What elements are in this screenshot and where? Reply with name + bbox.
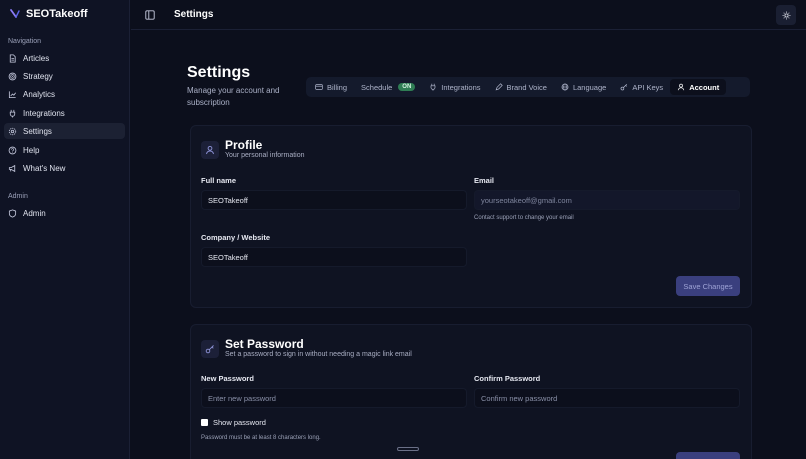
sidebar-item-articles[interactable]: Articles (4, 50, 125, 66)
password-card-icon (201, 340, 219, 358)
save-changes-button[interactable]: Save Changes (676, 276, 740, 296)
help-circle-icon (8, 146, 17, 154)
new-password-label: New Password (201, 374, 254, 383)
sidebar-item-analytics[interactable]: Analytics (4, 86, 125, 102)
sidebar: SEOTakeoff Navigation Articles Strategy … (0, 0, 130, 459)
key-icon (620, 83, 628, 91)
sidebar-item-label: Integrations (23, 108, 65, 118)
gear-icon (8, 127, 17, 135)
tab-label: Account (689, 82, 720, 92)
sidebar-item-admin[interactable]: Admin (4, 205, 125, 221)
sidebar-item-label: Settings (23, 126, 52, 136)
tab-label: Language (572, 82, 607, 92)
confirm-password-field[interactable] (474, 388, 740, 408)
tab-language[interactable]: Language (554, 79, 613, 95)
set-password-subtitle: Set a password to sign in without needin… (225, 351, 412, 358)
tab-schedule[interactable]: Schedule ON (354, 79, 422, 95)
brand-name: SEOTakeoff (26, 8, 88, 20)
tab-label: API Keys (632, 82, 664, 92)
plug-icon (430, 83, 436, 91)
profile-title: Profile (225, 138, 263, 152)
email-field[interactable] (474, 190, 740, 210)
company-website-field[interactable] (201, 247, 467, 267)
full-name-field[interactable] (201, 190, 467, 210)
sidebar-item-whats-new[interactable]: What's New (4, 160, 125, 176)
settings-tabs: Billing Schedule ON Integrations Brand V… (306, 77, 750, 97)
tab-api-keys[interactable]: API Keys (613, 79, 670, 95)
user-icon (678, 83, 685, 91)
credit-card-icon (315, 84, 323, 90)
profile-subtitle: Your personal information (225, 152, 305, 159)
confirm-password-label: Confirm Password (474, 374, 541, 383)
file-text-icon (9, 53, 16, 63)
topbar-title: Settings (174, 9, 214, 20)
show-password-toggle[interactable]: Show password (201, 418, 266, 427)
schedule-status-badge: ON (398, 83, 416, 91)
set-password-title: Set Password (225, 337, 304, 351)
topbar: Settings (131, 0, 806, 30)
chart-icon (8, 90, 16, 98)
show-password-checkbox[interactable] (201, 419, 208, 426)
sidebar-item-label: Analytics (23, 89, 56, 99)
password-hint: Password must be at least 8 characters l… (201, 435, 321, 441)
brand[interactable]: SEOTakeoff (10, 8, 88, 20)
set-password-card: Set Password Set a password to sign in w… (190, 324, 752, 459)
sidebar-item-settings[interactable]: Settings (4, 123, 125, 139)
sidebar-item-label: Help (23, 145, 40, 155)
sidebar-item-integrations[interactable]: Integrations (4, 105, 125, 121)
page-title: Settings (187, 64, 251, 81)
theme-toggle-button[interactable] (776, 5, 796, 25)
key-icon (205, 345, 214, 354)
admin-heading: Admin (8, 193, 28, 200)
email-label: Email (474, 176, 495, 185)
email-hint: Contact support to change your email (474, 215, 574, 221)
page-subtitle: Manage your account and subscription (187, 86, 280, 107)
user-icon (206, 145, 214, 155)
pen-icon (495, 83, 503, 91)
scroll-handle[interactable] (397, 447, 419, 451)
sidebar-item-help[interactable]: Help (4, 142, 125, 158)
tab-label: Schedule (361, 82, 393, 92)
sidebar-item-label: What's New (23, 163, 66, 173)
tab-integrations[interactable]: Integrations (422, 79, 487, 95)
new-password-field[interactable] (201, 388, 467, 408)
show-password-label: Show password (213, 418, 266, 427)
company-label: Company / Website (201, 233, 271, 242)
logo-icon (10, 9, 20, 18)
target-icon (8, 72, 17, 80)
tab-label: Brand Voice (506, 82, 547, 92)
nav-heading: Navigation (8, 38, 42, 45)
tab-label: Billing (327, 82, 348, 92)
profile-card: Profile Your personal information Full n… (190, 125, 752, 308)
megaphone-icon (8, 164, 16, 172)
sidebar-item-strategy[interactable]: Strategy (4, 68, 125, 84)
tab-label: Integrations (441, 82, 481, 92)
sidebar-toggle-icon[interactable] (145, 10, 155, 20)
sun-icon (782, 11, 790, 19)
set-password-button[interactable] (676, 452, 740, 459)
plug-icon (9, 109, 16, 118)
globe-icon (561, 83, 569, 91)
profile-card-icon (201, 141, 219, 159)
sidebar-item-label: Articles (23, 53, 50, 63)
full-name-label: Full name (201, 176, 237, 185)
sidebar-item-label: Strategy (23, 71, 53, 81)
tab-account[interactable]: Account (670, 79, 727, 95)
tab-brand-voice[interactable]: Brand Voice (488, 79, 554, 95)
tab-billing[interactable]: Billing (308, 79, 354, 95)
sidebar-item-label: Admin (23, 208, 46, 218)
shield-icon (8, 208, 17, 218)
